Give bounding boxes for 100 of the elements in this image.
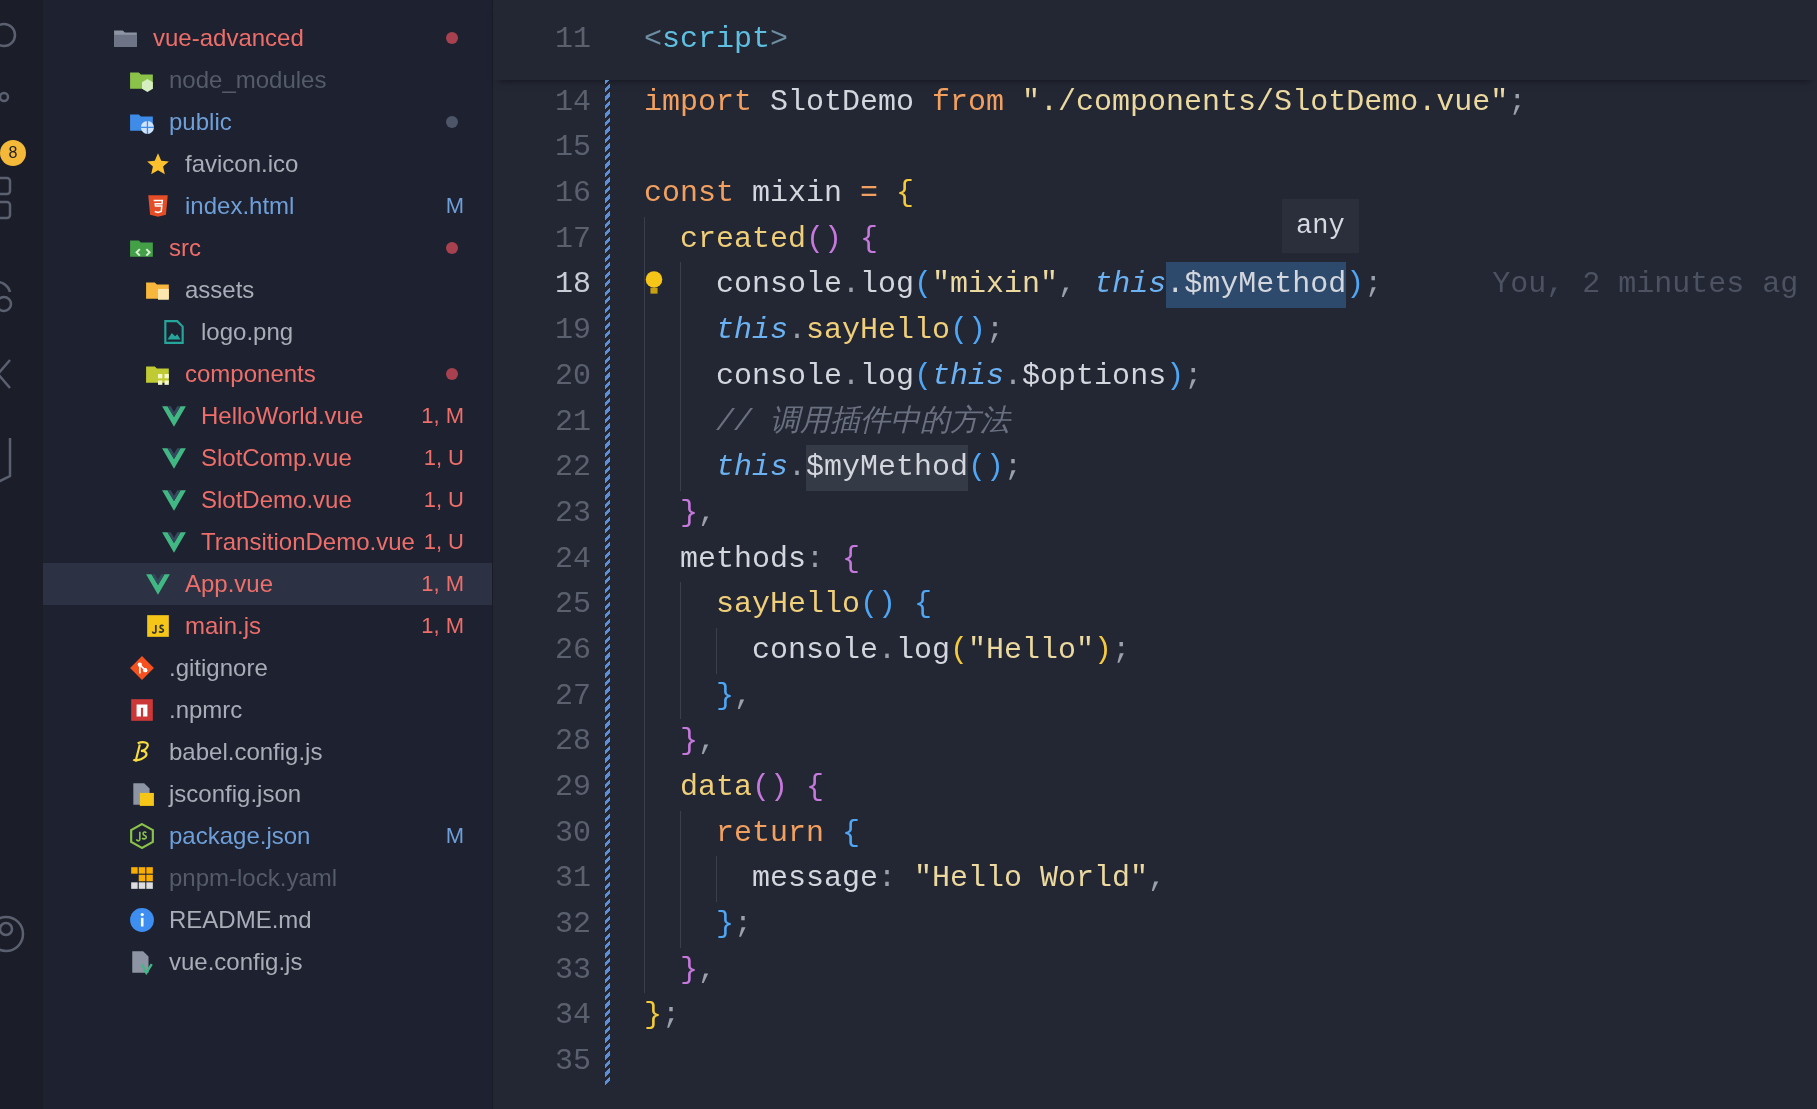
code-token: // 调用插件中的方法 xyxy=(716,403,1010,441)
file-tree-item[interactable]: TransitionDemo.vue 1, U xyxy=(43,521,492,563)
file-tree-item[interactable]: vue-advanced xyxy=(43,17,492,59)
code-token: script xyxy=(662,21,771,58)
vue-icon xyxy=(161,403,187,429)
code-token: ; xyxy=(1184,357,1203,395)
git-icon xyxy=(129,655,155,681)
code-token: message xyxy=(752,860,879,898)
code-token: () xyxy=(860,586,897,624)
code-token: sayHello xyxy=(806,312,951,350)
file-tree-item[interactable]: .gitignore xyxy=(43,647,492,689)
file-name: index.html xyxy=(185,192,296,220)
file-name: pnpm-lock.yaml xyxy=(169,864,339,892)
line-number: 27 xyxy=(554,677,592,715)
git-status: 1, M xyxy=(421,403,464,429)
code-token: ( xyxy=(914,266,933,304)
line-number: 29 xyxy=(554,769,592,806)
code-token: from xyxy=(932,83,1005,121)
line-number: 31 xyxy=(554,860,592,898)
line-number: 22 xyxy=(554,449,592,487)
file-tree-item[interactable]: favicon.ico xyxy=(43,143,492,185)
file-name: vue-advanced xyxy=(153,24,305,52)
file-tree-item[interactable]: SlotComp.vue 1, U xyxy=(43,437,492,479)
html-icon xyxy=(145,193,171,219)
npm-icon xyxy=(129,697,155,723)
file-tree-item[interactable]: App.vue 1, M xyxy=(43,563,492,605)
file-tree-item[interactable]: public xyxy=(43,101,492,143)
code-token: () xyxy=(806,220,843,258)
vue-icon xyxy=(161,445,187,471)
file-name: babel.config.js xyxy=(169,738,324,766)
code-token: . xyxy=(788,449,807,487)
code-token: "./components/SlotDemo.vue" xyxy=(1021,83,1509,121)
code-token: created xyxy=(680,220,807,258)
code-token: = xyxy=(860,175,879,213)
git-status: M xyxy=(445,823,464,849)
code-token: { xyxy=(913,586,933,624)
file-name: README.md xyxy=(169,906,313,934)
line-number: 28 xyxy=(554,723,592,761)
file-name: TransitionDemo.vue xyxy=(201,528,416,556)
code-token: . xyxy=(1004,357,1023,395)
notification-badge: 8 xyxy=(0,140,26,166)
lightbulb-icon[interactable] xyxy=(644,270,664,297)
code-token: { xyxy=(895,175,915,213)
file-tree-item[interactable]: SlotDemo.vue 1, U xyxy=(43,479,492,521)
code-token: ) xyxy=(1094,631,1113,669)
code-token: { xyxy=(859,220,879,258)
code-token: } xyxy=(716,906,734,944)
file-name: node_modules xyxy=(169,66,328,94)
file-tree-item[interactable]: babel.config.js xyxy=(43,731,492,773)
file-name: SlotDemo.vue xyxy=(201,486,353,514)
code-token: mixin xyxy=(751,175,844,213)
js-icon xyxy=(145,613,171,639)
code-token: , xyxy=(1148,860,1167,898)
blocks-icon xyxy=(129,865,155,891)
file-name: main.js xyxy=(185,612,263,640)
code-token: ; xyxy=(986,312,1005,350)
file-tree-item[interactable]: vue.config.js xyxy=(43,941,492,983)
code-token: { xyxy=(842,540,861,578)
code-token: ( xyxy=(914,357,933,395)
file-tree-item[interactable]: HelloWorld.vue 1, M xyxy=(43,395,492,437)
file-name: logo.png xyxy=(201,318,295,346)
code-token: , xyxy=(734,677,753,715)
code-token: } xyxy=(680,723,698,761)
code-token: ; xyxy=(734,906,753,944)
code-token: . xyxy=(842,266,861,304)
code-token: log xyxy=(896,631,951,669)
file-tree-item[interactable]: README.md xyxy=(43,899,492,941)
file-tree-item[interactable]: index.html M xyxy=(43,185,492,227)
code-token: : xyxy=(878,860,898,898)
file-tree-item[interactable]: jsconfig.json xyxy=(43,773,492,815)
file-tree-item[interactable]: logo.png xyxy=(43,311,492,353)
file-tree-item[interactable]: .npmrc xyxy=(43,689,492,731)
file-tree-item[interactable]: assets xyxy=(43,269,492,311)
code-token: this xyxy=(716,449,788,487)
code-token: ; xyxy=(1112,631,1131,669)
code-token: } xyxy=(680,494,698,532)
file-tree-item[interactable]: package.json M xyxy=(43,815,492,857)
file-name: components xyxy=(185,360,317,388)
code-token: , xyxy=(698,723,717,761)
line-number: 23 xyxy=(554,494,592,532)
file-name: SlotComp.vue xyxy=(201,444,353,472)
file-tree-item[interactable]: main.js 1, M xyxy=(43,605,492,647)
file-tree-item[interactable]: components xyxy=(43,353,492,395)
code-token: , xyxy=(1058,266,1078,304)
git-status: 1, U xyxy=(423,487,464,513)
file-name: assets xyxy=(185,276,256,304)
code-token: , xyxy=(698,951,717,989)
line-number: 15 xyxy=(554,129,592,167)
line-number: 33 xyxy=(554,951,592,989)
line-number: 25 xyxy=(554,586,592,624)
file-name: src xyxy=(169,234,202,262)
line-number: 18 xyxy=(554,266,592,304)
line-number: 17 xyxy=(554,220,592,258)
line-number: 30 xyxy=(554,814,592,852)
code-token: "Hello" xyxy=(968,631,1095,669)
file-tree-item[interactable]: src xyxy=(43,227,492,269)
vue-icon xyxy=(161,487,187,513)
line-number: 21 xyxy=(554,403,592,441)
code-token: ; xyxy=(1004,449,1023,487)
line-number: 34 xyxy=(554,997,592,1035)
